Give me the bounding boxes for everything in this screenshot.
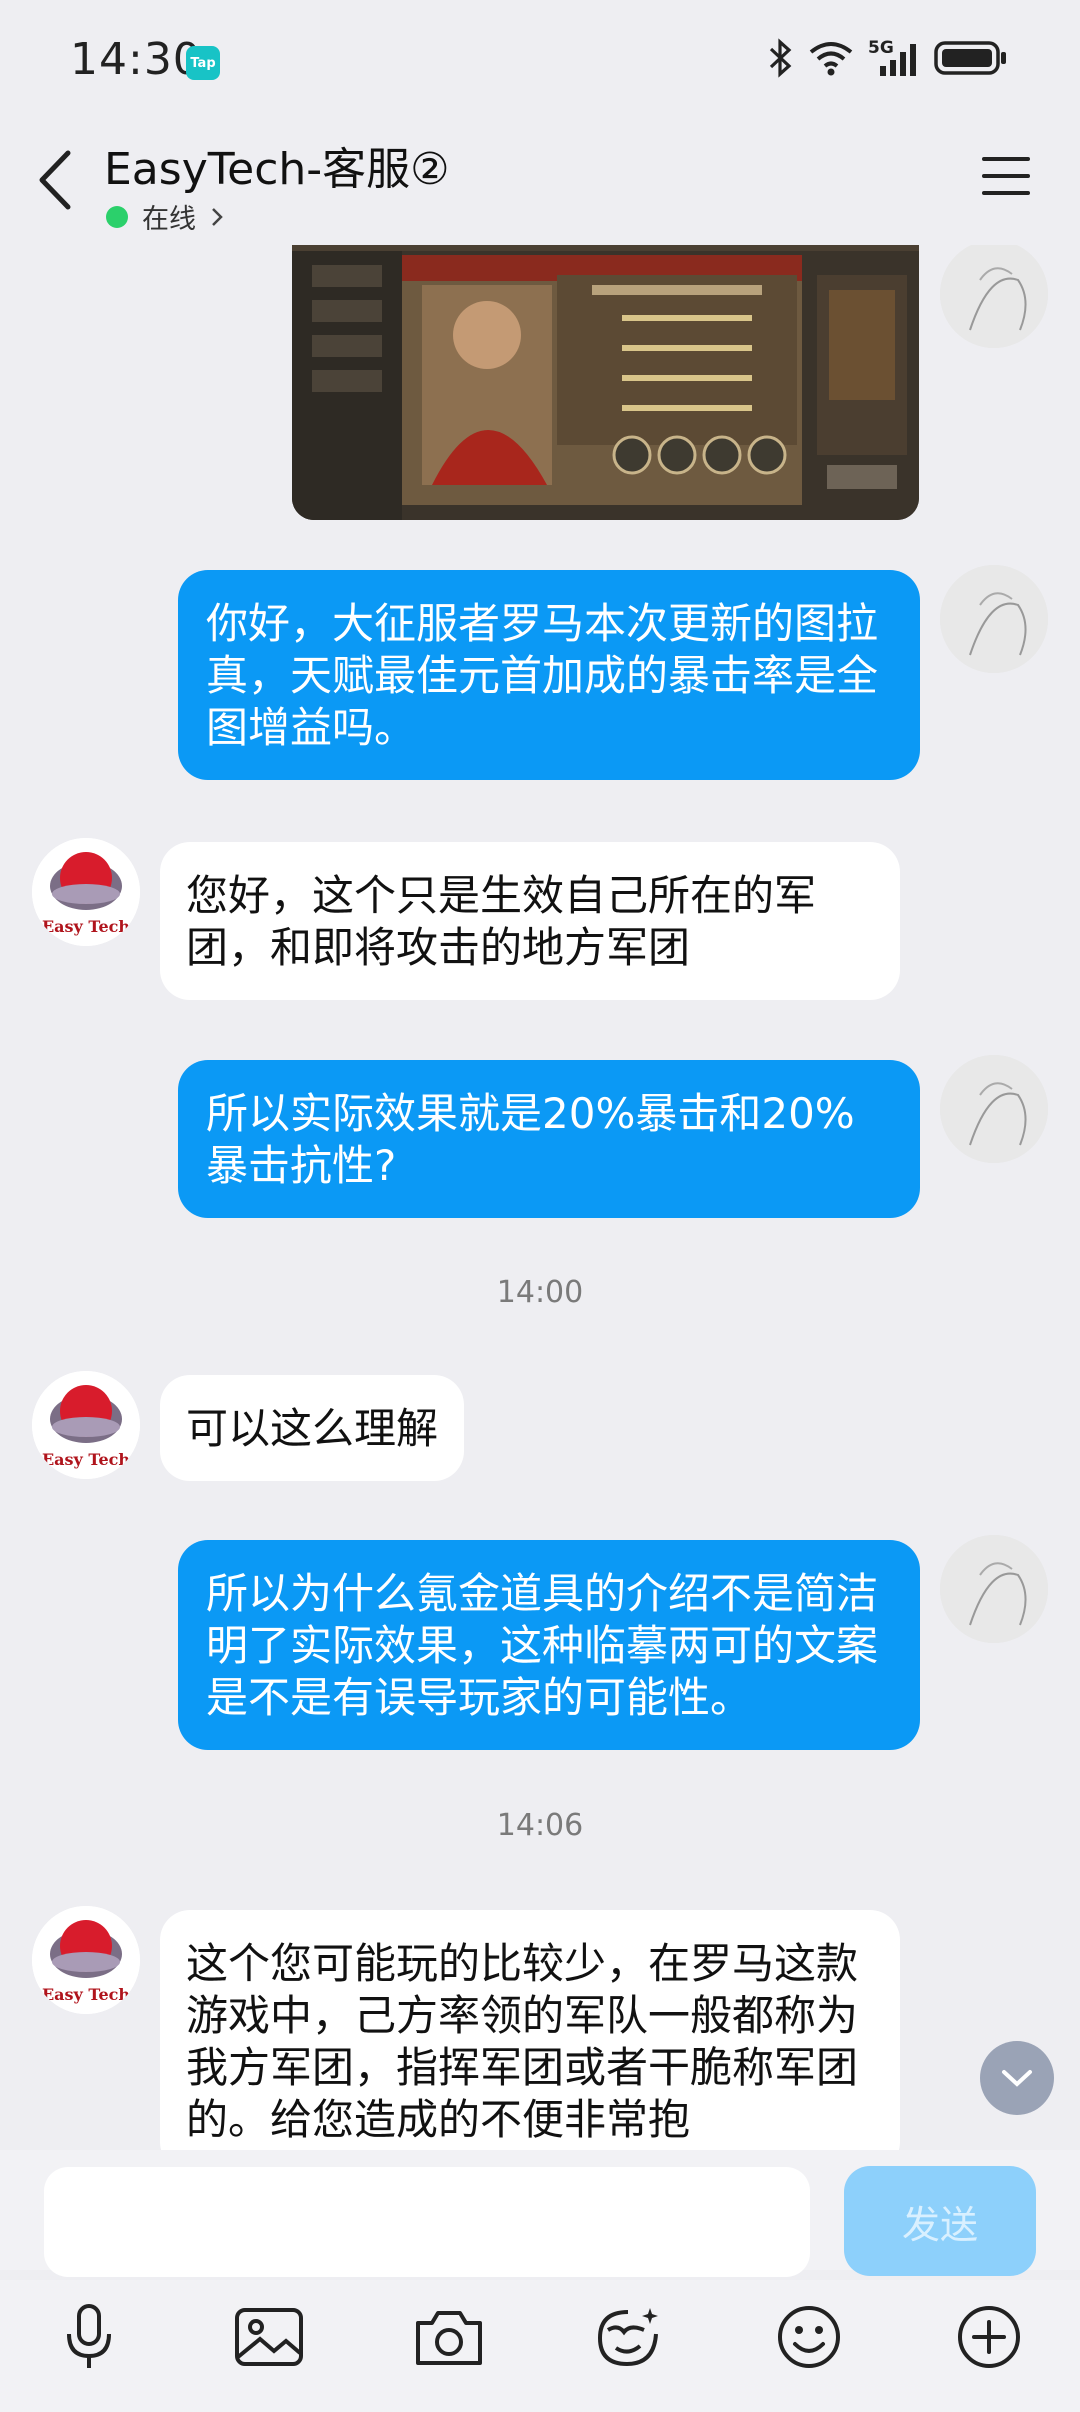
send-button[interactable]: 发送 [844, 2166, 1036, 2276]
chevron-right-icon [212, 207, 223, 226]
timestamp: 14:06 [496, 1808, 584, 1843]
avatar[interactable]: Easy Tech [32, 1371, 140, 1479]
outgoing-message[interactable]: 所以为什么氪金道具的介绍不是简洁明了实际效果，这种临摹两可的文案是不是有误导玩家… [178, 1540, 920, 1750]
image-message[interactable] [292, 245, 919, 520]
back-arrow-icon [39, 150, 71, 210]
chevron-down-icon [1002, 2070, 1032, 2087]
svg-text:Easy Tech: Easy Tech [42, 1985, 130, 2004]
emoji-icon [778, 2306, 840, 2368]
timestamp: 14:00 [496, 1275, 584, 1310]
plus-icon [958, 2306, 1020, 2368]
microphone-icon [67, 2304, 111, 2368]
incoming-message[interactable]: 这个您可能玩的比较少，在罗马这款游戏中，己方率领的军队一般都称为我方军团，指挥军… [160, 1910, 900, 2150]
chat-toolbar [0, 2280, 1080, 2412]
camera-icon [416, 2311, 482, 2365]
avatar[interactable] [940, 245, 1048, 348]
user-avatar-image [940, 565, 1048, 673]
svg-text:Easy Tech: Easy Tech [42, 917, 130, 936]
message-input[interactable] [44, 2167, 810, 2277]
tap-app-icon: Tap [186, 46, 220, 80]
status-time: 14:30 [70, 34, 202, 85]
online-dot-icon [106, 205, 128, 228]
emoji-button[interactable] [764, 2292, 854, 2382]
outgoing-message[interactable]: 你好，大征服者罗马本次更新的图拉真，天赋最佳元首加成的暴击率是全图增益吗。 [178, 570, 920, 780]
battery-icon [934, 41, 1006, 75]
input-bar: 发送 [0, 2150, 1080, 2277]
sticker-button[interactable] [584, 2292, 674, 2382]
svg-text:Easy Tech: Easy Tech [42, 1450, 130, 1469]
menu-button[interactable] [980, 155, 1032, 197]
avatar[interactable]: Easy Tech [32, 838, 140, 946]
incoming-message[interactable]: 可以这么理解 [160, 1375, 465, 1481]
bluetooth-icon [769, 38, 792, 78]
scroll-to-bottom-button[interactable] [980, 2041, 1054, 2115]
user-avatar-image [940, 1055, 1048, 1163]
status-icons: 5G [768, 38, 1008, 78]
chat-messages[interactable]: 你好，大征服者罗马本次更新的图拉真，天赋最佳元首加成的暴击率是全图增益吗。 Ea… [0, 245, 1080, 2150]
image-button[interactable] [224, 2292, 314, 2382]
presence-label: 在线 [142, 204, 196, 235]
avatar[interactable] [940, 1535, 1048, 1643]
presence-status[interactable]: 在线 [106, 197, 224, 236]
easytech-logo-icon: Easy Tech [32, 838, 140, 946]
game-screenshot-image [292, 245, 919, 520]
voice-button[interactable] [44, 2292, 134, 2382]
avatar[interactable] [940, 1055, 1048, 1163]
camera-button[interactable] [404, 2292, 494, 2382]
signal-icon: 5G [868, 38, 920, 78]
status-bar: 14:30 Tap 5G [0, 0, 1080, 125]
easytech-logo-icon: Easy Tech [32, 1906, 140, 2014]
user-avatar-image [940, 245, 1048, 348]
hamburger-menu-icon [982, 157, 1030, 195]
easytech-logo-icon: Easy Tech [32, 1371, 140, 1479]
chat-header: EasyTech-客服② 在线 [0, 125, 1080, 245]
wifi-icon [809, 42, 853, 76]
back-button[interactable] [30, 145, 80, 215]
more-button[interactable] [944, 2292, 1034, 2382]
avatar[interactable] [940, 565, 1048, 673]
outgoing-message[interactable]: 所以实际效果就是20%暴击和20%暴击抗性? [178, 1060, 920, 1218]
avatar[interactable]: Easy Tech [32, 1906, 140, 2014]
sticker-icon [597, 2308, 658, 2367]
image-icon [235, 2308, 303, 2366]
incoming-message[interactable]: 您好，这个只是生效自己所在的军团，和即将攻击的地方军团 [160, 842, 900, 1000]
user-avatar-image [940, 1535, 1048, 1643]
chat-title: EasyTech-客服② [104, 144, 450, 195]
